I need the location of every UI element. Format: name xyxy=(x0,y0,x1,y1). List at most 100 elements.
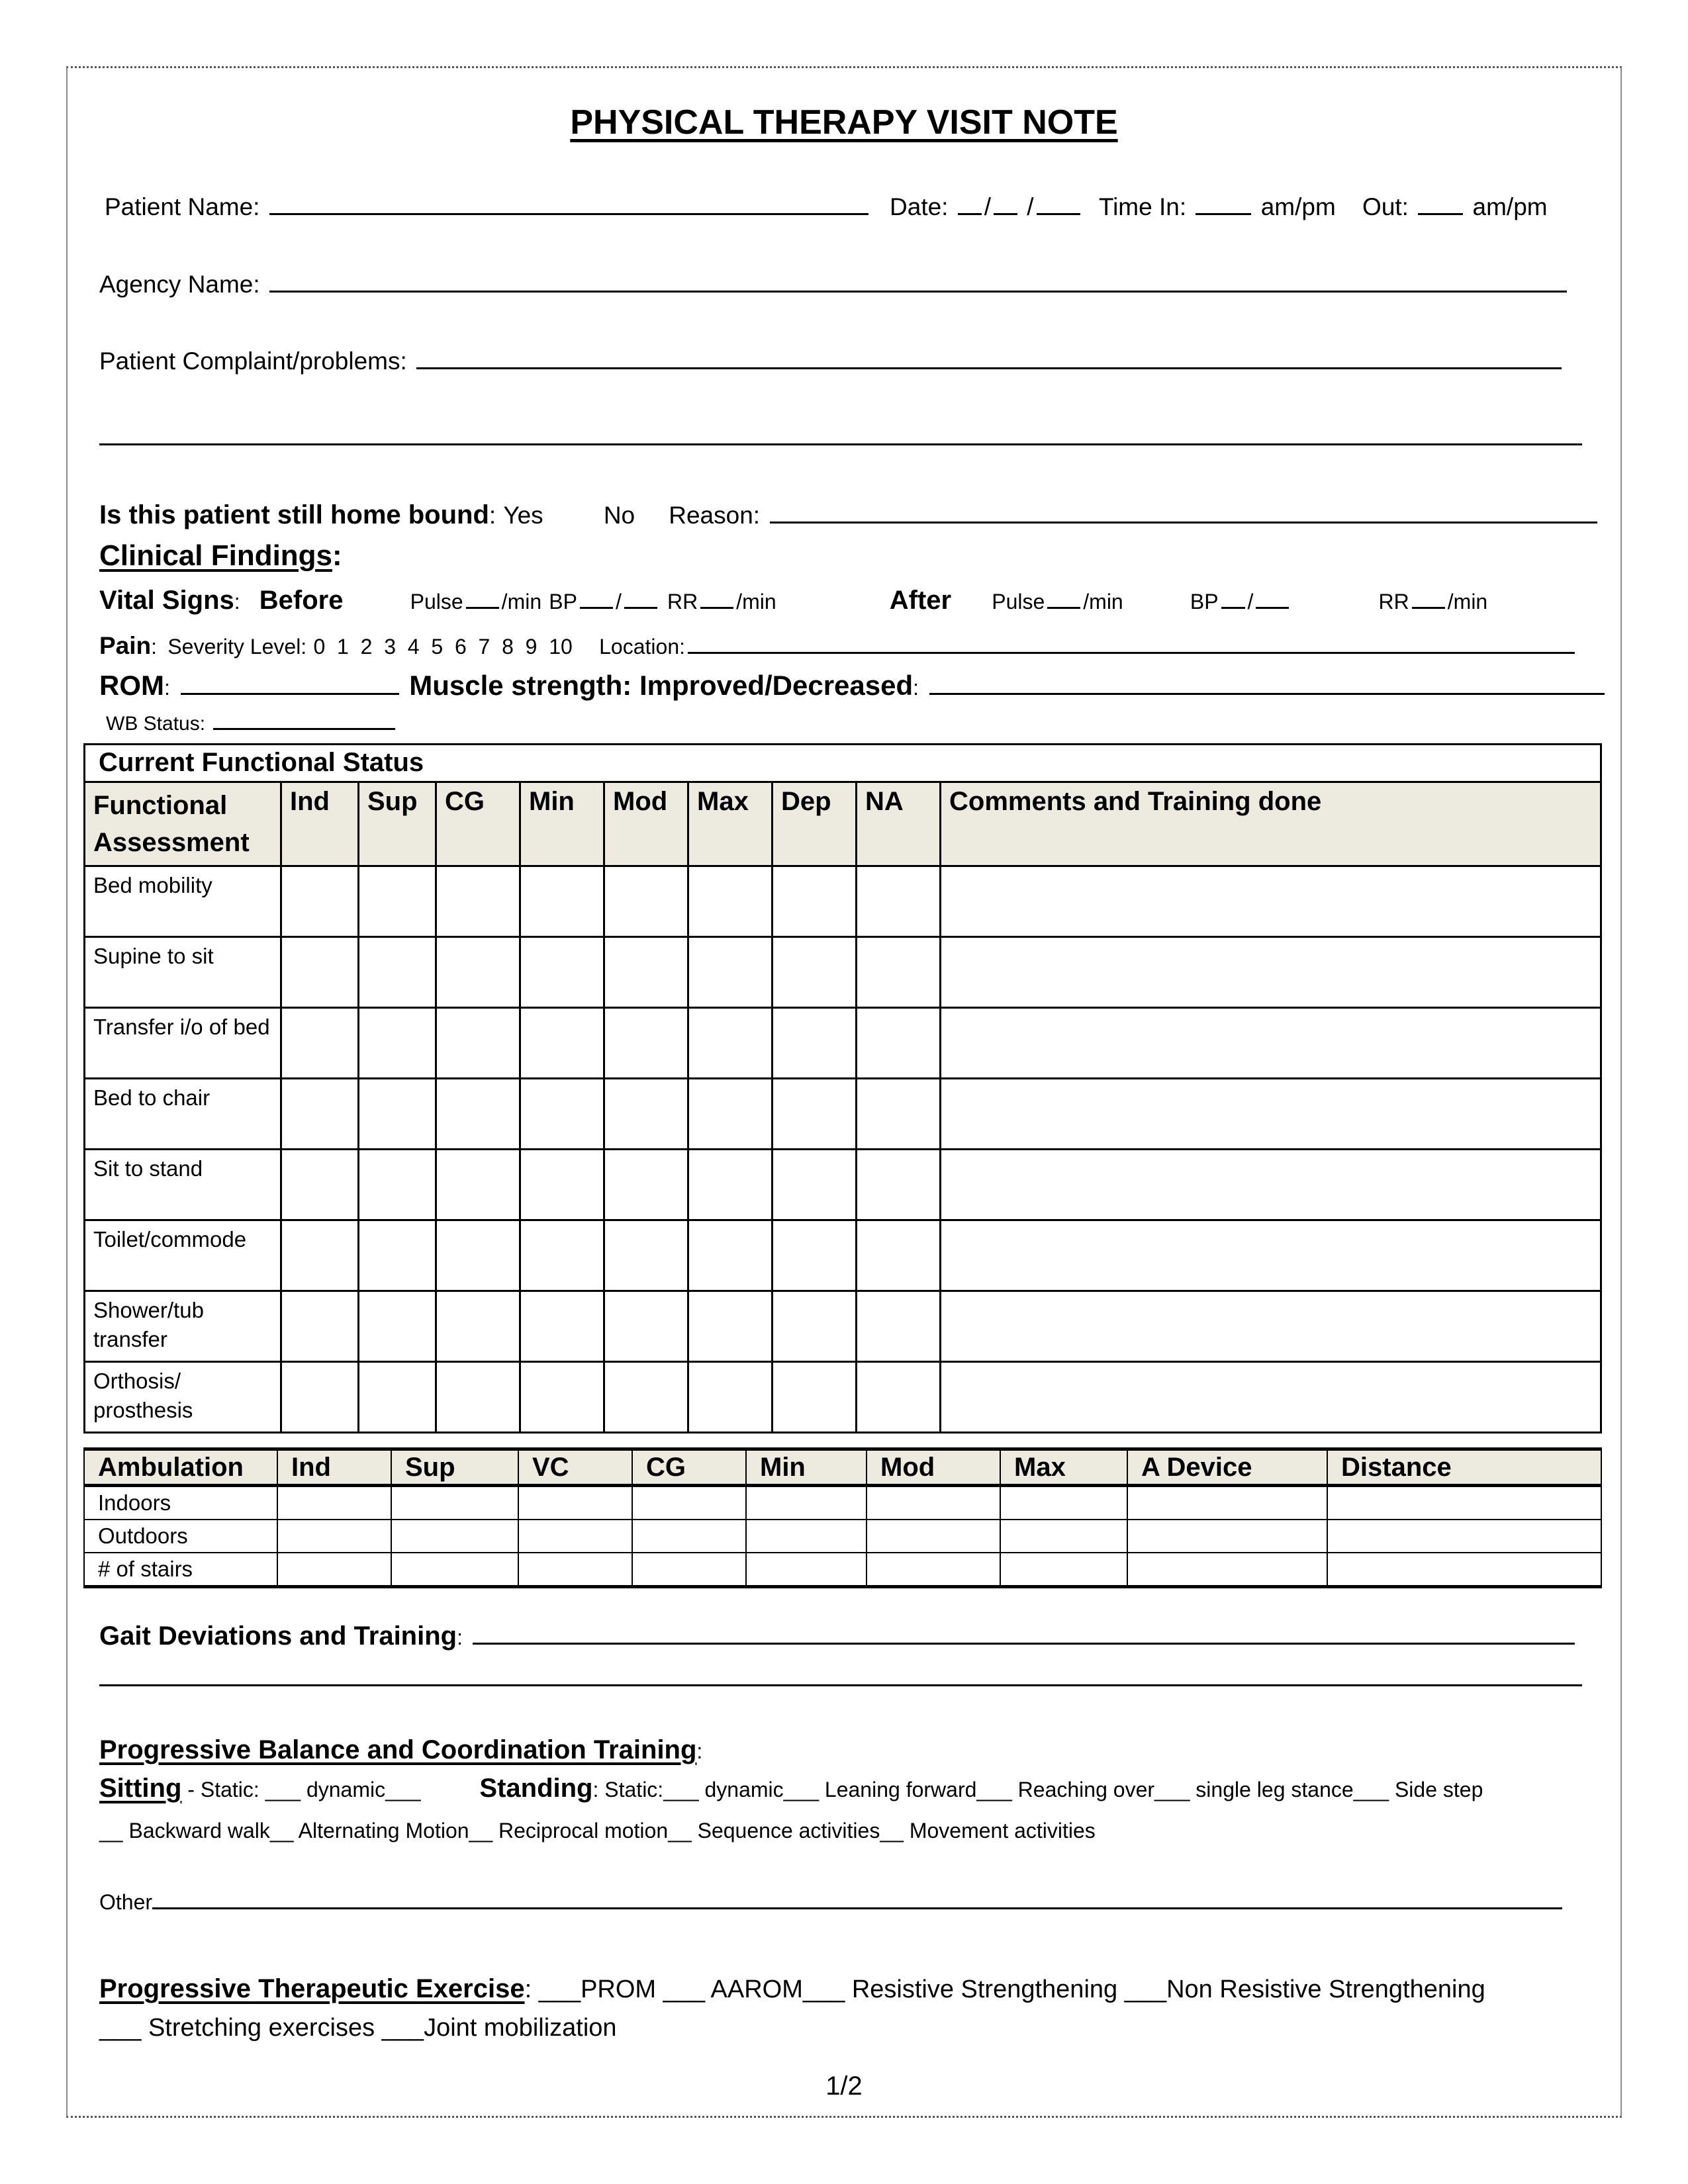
after-pulse-field[interactable] xyxy=(1047,586,1081,609)
input-cell[interactable] xyxy=(866,1519,1001,1553)
checkbox-cell[interactable] xyxy=(603,936,689,1009)
checkbox-cell[interactable] xyxy=(771,1007,857,1079)
checkbox-cell[interactable] xyxy=(603,1077,689,1150)
input-cell[interactable] xyxy=(277,1519,392,1553)
checkbox-cell[interactable] xyxy=(519,936,605,1009)
after-rr-field[interactable] xyxy=(1411,586,1445,609)
checkbox-cell[interactable] xyxy=(435,1077,521,1150)
checkbox-cell[interactable] xyxy=(519,1148,605,1221)
checkbox-cell[interactable] xyxy=(519,1077,605,1150)
checkbox-cell[interactable] xyxy=(357,1007,437,1079)
input-cell[interactable] xyxy=(518,1552,633,1588)
checkbox-cell[interactable] xyxy=(280,1007,359,1079)
before-rr-field[interactable] xyxy=(700,586,734,609)
input-cell[interactable] xyxy=(1000,1484,1128,1520)
time-in-field[interactable] xyxy=(1196,189,1252,215)
severity-scale[interactable]: 0 1 2 3 4 5 6 7 8 9 10 xyxy=(313,635,572,659)
exercise-options-2[interactable]: ___ Stretching exercises ___Joint mobili… xyxy=(99,2014,617,2042)
checkbox-cell[interactable] xyxy=(280,936,359,1009)
checkbox-cell[interactable] xyxy=(939,936,1602,1009)
checkbox-cell[interactable] xyxy=(687,1290,773,1363)
checkbox-cell[interactable] xyxy=(519,1219,605,1292)
checkbox-cell[interactable] xyxy=(603,1148,689,1221)
input-cell[interactable] xyxy=(518,1484,633,1520)
gait-field[interactable] xyxy=(473,1616,1575,1645)
input-cell[interactable] xyxy=(866,1484,1001,1520)
checkbox-cell[interactable] xyxy=(519,1361,605,1433)
checkbox-cell[interactable] xyxy=(357,1361,437,1433)
checkbox-cell[interactable] xyxy=(687,936,773,1009)
checkbox-cell[interactable] xyxy=(771,865,857,938)
time-out-field[interactable] xyxy=(1418,189,1464,215)
checkbox-cell[interactable] xyxy=(603,865,689,938)
standing-items[interactable]: Static:___ dynamic___ Leaning forward___… xyxy=(604,1778,1483,1801)
input-cell[interactable] xyxy=(632,1519,747,1553)
checkbox-cell[interactable] xyxy=(687,1077,773,1150)
checkbox-cell[interactable] xyxy=(357,1290,437,1363)
balance-row-2[interactable]: __ Backward walk__ Alternating Motion__ … xyxy=(99,1819,1096,1843)
checkbox-cell[interactable] xyxy=(435,865,521,938)
after-bp-diastolic-field[interactable] xyxy=(1256,586,1289,609)
checkbox-cell[interactable] xyxy=(855,1219,941,1292)
reason-field[interactable] xyxy=(770,495,1598,523)
checkbox-cell[interactable] xyxy=(771,1290,857,1363)
input-cell[interactable] xyxy=(632,1552,747,1588)
input-cell[interactable] xyxy=(277,1552,392,1588)
checkbox-cell[interactable] xyxy=(939,1148,1602,1221)
muscle-strength-field[interactable] xyxy=(929,665,1605,695)
checkbox-cell[interactable] xyxy=(687,1219,773,1292)
checkbox-cell[interactable] xyxy=(357,865,437,938)
complaint-field[interactable] xyxy=(416,343,1562,369)
checkbox-cell[interactable] xyxy=(939,865,1602,938)
checkbox-cell[interactable] xyxy=(519,865,605,938)
checkbox-cell[interactable] xyxy=(519,1290,605,1363)
checkbox-cell[interactable] xyxy=(939,1290,1602,1363)
input-cell[interactable] xyxy=(518,1519,633,1553)
checkbox-cell[interactable] xyxy=(357,1077,437,1150)
checkbox-cell[interactable] xyxy=(771,1361,857,1433)
checkbox-cell[interactable] xyxy=(357,936,437,1009)
other-field[interactable] xyxy=(152,1886,1563,1909)
complaint-field-line2[interactable] xyxy=(99,443,1582,445)
checkbox-cell[interactable] xyxy=(939,1219,1602,1292)
input-cell[interactable] xyxy=(1327,1552,1602,1588)
homebound-yes-option[interactable]: Yes xyxy=(503,502,543,529)
checkbox-cell[interactable] xyxy=(939,1007,1602,1079)
input-cell[interactable] xyxy=(1000,1552,1128,1588)
checkbox-cell[interactable] xyxy=(939,1077,1602,1150)
checkbox-cell[interactable] xyxy=(771,1148,857,1221)
patient-name-field[interactable] xyxy=(269,189,868,215)
input-cell[interactable] xyxy=(1127,1484,1328,1520)
checkbox-cell[interactable] xyxy=(603,1219,689,1292)
input-cell[interactable] xyxy=(391,1519,519,1553)
input-cell[interactable] xyxy=(391,1552,519,1588)
input-cell[interactable] xyxy=(745,1484,867,1520)
checkbox-cell[interactable] xyxy=(603,1007,689,1079)
date-month-field[interactable] xyxy=(957,189,982,215)
checkbox-cell[interactable] xyxy=(280,1077,359,1150)
checkbox-cell[interactable] xyxy=(603,1290,689,1363)
input-cell[interactable] xyxy=(391,1484,519,1520)
input-cell[interactable] xyxy=(1327,1484,1602,1520)
input-cell[interactable] xyxy=(1000,1519,1128,1553)
input-cell[interactable] xyxy=(745,1519,867,1553)
checkbox-cell[interactable] xyxy=(771,936,857,1009)
checkbox-cell[interactable] xyxy=(771,1219,857,1292)
checkbox-cell[interactable] xyxy=(280,1361,359,1433)
checkbox-cell[interactable] xyxy=(687,865,773,938)
input-cell[interactable] xyxy=(1127,1519,1328,1553)
checkbox-cell[interactable] xyxy=(519,1007,605,1079)
date-year-field[interactable] xyxy=(1036,189,1080,215)
checkbox-cell[interactable] xyxy=(435,1007,521,1079)
homebound-no-option[interactable]: No xyxy=(604,502,635,529)
sitting-items[interactable]: Static: ___ dynamic___ xyxy=(201,1778,421,1801)
checkbox-cell[interactable] xyxy=(855,865,941,938)
input-cell[interactable] xyxy=(866,1552,1001,1588)
checkbox-cell[interactable] xyxy=(687,1148,773,1221)
input-cell[interactable] xyxy=(277,1484,392,1520)
checkbox-cell[interactable] xyxy=(771,1077,857,1150)
input-cell[interactable] xyxy=(745,1552,867,1588)
checkbox-cell[interactable] xyxy=(939,1361,1602,1433)
before-bp-systolic-field[interactable] xyxy=(579,586,613,609)
input-cell[interactable] xyxy=(1127,1552,1328,1588)
